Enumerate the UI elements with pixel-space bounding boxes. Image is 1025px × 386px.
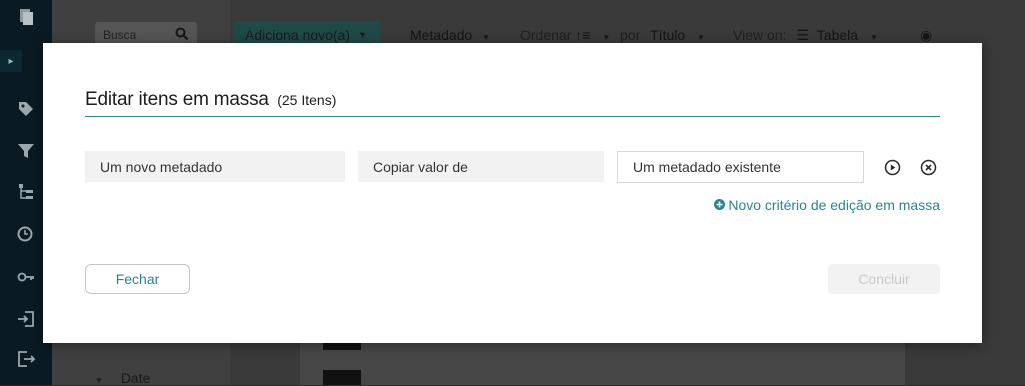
view-mode-dropdown[interactable]: View on: ☰ Tabela ▼ — [733, 27, 878, 44]
import-icon[interactable] — [17, 310, 35, 328]
view-mode-value: Tabela — [816, 27, 859, 43]
source-metadata-select[interactable]: Um metadado existente — [617, 151, 864, 183]
conclude-button-label: Concluir — [858, 271, 910, 287]
add-criterion-label: Novo critério de edição em massa — [728, 197, 940, 213]
key-icon[interactable] — [17, 268, 35, 286]
filter-date[interactable]: ▼ Date — [95, 370, 150, 386]
source-metadata-value: Um metadado existente — [633, 159, 781, 175]
chevron-down-icon: ▼ — [869, 33, 878, 42]
add-criterion-link[interactable]: Novo critério de edição em massa — [714, 197, 940, 213]
tag-icon[interactable] — [17, 100, 35, 118]
chevron-down-icon: ▼ — [697, 33, 705, 42]
search-icon[interactable] — [175, 27, 189, 41]
operation-select[interactable]: Copiar valor de — [358, 151, 604, 182]
filter-date-label: Date — [120, 370, 151, 386]
chevron-down-icon: ▼ — [95, 376, 103, 385]
modal-title: Editar itens em massa — [85, 89, 269, 110]
filter-icon[interactable] — [17, 142, 35, 160]
taxonomy-icon[interactable] — [17, 183, 35, 201]
play-icon[interactable] — [884, 159, 901, 176]
close-button-label: Fechar — [115, 271, 160, 287]
target-metadata-select[interactable]: Um novo metadado — [85, 151, 345, 182]
item-thumbnail[interactable] — [323, 343, 361, 350]
activities-icon[interactable] — [17, 226, 35, 244]
search-placeholder: Busca — [103, 28, 137, 42]
item-thumbnail[interactable] — [323, 370, 361, 385]
remove-criterion-icon[interactable] — [920, 159, 937, 176]
view-on-label: View on: — [733, 27, 787, 43]
items-count: (25 Itens) — [277, 92, 337, 108]
sort-field-dropdown[interactable]: por Título ▼ — [620, 27, 705, 43]
visibility-icon[interactable]: ◉ — [920, 27, 932, 44]
bulk-edit-modal: Editar itens em massa (25 Itens) Um novo… — [43, 43, 982, 343]
plus-circle-icon — [714, 197, 726, 213]
chevron-down-icon: ▼ — [602, 33, 611, 42]
target-metadata-value: Um novo metadado — [100, 158, 223, 175]
metadata-label: Metadado — [410, 27, 473, 43]
documents-icon[interactable] — [17, 8, 35, 26]
conclude-button[interactable]: Concluir — [828, 264, 940, 294]
items-table — [300, 340, 905, 385]
add-new-label: Adiciona novo(a) — [245, 27, 351, 43]
close-button[interactable]: Fechar — [85, 264, 190, 294]
table-view-icon: ☰ — [796, 27, 809, 43]
sort-order-dropdown[interactable]: Ordenar ↑≡ ▼ — [520, 27, 610, 43]
operation-value: Copiar valor de — [373, 158, 468, 175]
sort-direction-icon: ↑≡ — [575, 27, 591, 43]
rail-expand-button[interactable]: ▸ — [0, 50, 22, 72]
export-icon[interactable] — [17, 350, 36, 368]
chevron-down-icon: ▼ — [482, 33, 491, 42]
metadata-dropdown[interactable]: Metadado ▼ — [410, 27, 490, 43]
chevron-down-icon: ▼ — [358, 30, 367, 40]
by-label: por — [620, 27, 641, 43]
sort-field-value: Título — [650, 27, 686, 43]
order-label: Ordenar — [520, 27, 572, 43]
modal-header: Editar itens em massa (25 Itens) — [85, 89, 940, 117]
